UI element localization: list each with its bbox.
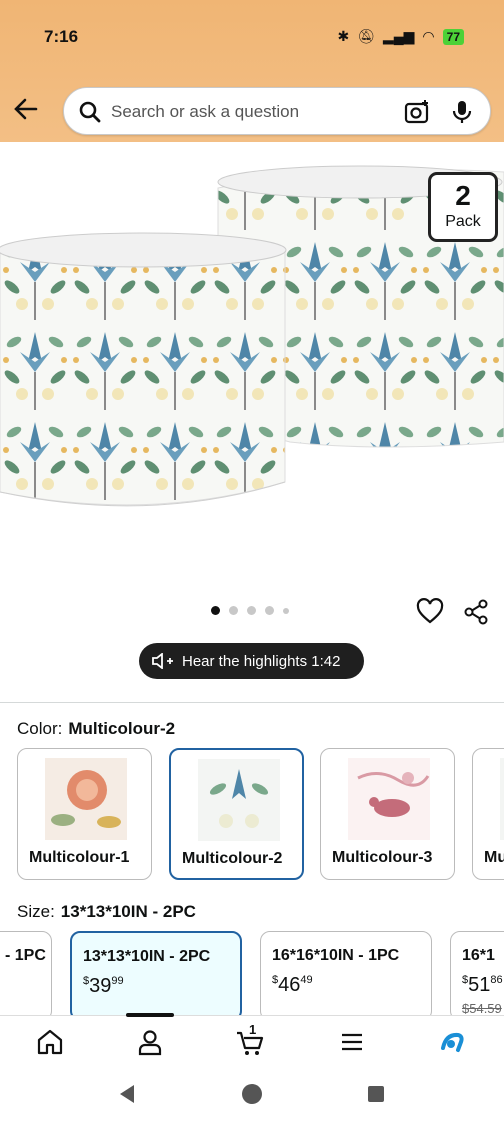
color-swatch[interactable]: Mu (472, 748, 504, 880)
size-label: Size: (17, 902, 55, 921)
size-option[interactable]: 16*16*10IN - 1PC $4649 (260, 931, 432, 1021)
size-option-name: - 1PC (5, 947, 46, 964)
wifi-icon: ◠ (422, 28, 435, 44)
carousel-dot[interactable] (247, 606, 256, 615)
back-arrow-icon[interactable] (12, 95, 40, 123)
speaker-icon (152, 653, 173, 669)
size-option[interactable]: - 1PC (0, 931, 52, 1021)
size-selected-value: 13*13*10IN - 2PC (60, 902, 196, 921)
pack-number: 2 (455, 180, 471, 211)
home-icon[interactable] (34, 1026, 66, 1058)
carousel-dot[interactable] (265, 606, 274, 615)
size-selector-label: Size: 13*13*10IN - 2PC (17, 902, 196, 922)
battery-icon: 77 (442, 28, 464, 45)
account-icon[interactable] (134, 1026, 166, 1058)
status-bar: 7:16 ✱ 🔕︎ ▂▄▆ ◠ 77 (0, 0, 504, 74)
search-icon (79, 101, 101, 123)
size-option-price: $5186 (462, 974, 503, 997)
cart-button[interactable]: 1 (234, 1022, 266, 1058)
hear-highlights-button[interactable]: Hear the highlights 1:42 (139, 643, 364, 679)
microphone-icon[interactable] (450, 99, 474, 125)
search-placeholder: Search or ask a question (111, 102, 300, 121)
hear-highlights-label: Hear the highlights 1:42 (182, 652, 341, 670)
color-swatch[interactable]: Multicolour-1 (17, 748, 152, 880)
carousel-dot[interactable] (283, 607, 289, 614)
swatch-label: Multicolour-3 (332, 849, 433, 866)
carousel-dot[interactable] (229, 606, 238, 615)
color-swatch-selected[interactable]: Multicolour-2 (169, 748, 304, 880)
swatch-label: Mu (484, 849, 504, 866)
size-option[interactable]: 16*1 $5186 $54.59 (450, 931, 504, 1021)
app-header: 7:16 ✱ 🔕︎ ▂▄▆ ◠ 77 Search or ask a quest… (0, 0, 504, 142)
system-navigation (0, 1067, 504, 1122)
image-carousel-dots (211, 606, 289, 615)
price-fraction: 86 (490, 974, 503, 986)
bottom-navigation: 1 (0, 1015, 504, 1067)
swatch-label: Multicolour-1 (29, 849, 130, 866)
price-fraction: 49 (300, 974, 313, 986)
price-whole: 46 (278, 974, 301, 996)
size-option-name: 13*13*10IN - 2PC (83, 948, 211, 965)
swatch-thumbnail (348, 758, 430, 840)
rufus-icon[interactable] (436, 1026, 468, 1058)
share-icon[interactable] (462, 598, 490, 626)
was-price: $54.59 (462, 1001, 502, 1016)
swatch-thumbnail (198, 759, 280, 841)
color-label: Color: (17, 719, 63, 738)
color-selected-value: Multicolour-2 (68, 719, 176, 738)
system-home-icon[interactable] (241, 1083, 263, 1105)
search-bar[interactable]: Search or ask a question (63, 87, 491, 135)
mute-icon: 🔕︎ (357, 28, 375, 44)
color-swatches: Multicolour-1 Multicolour-2 Multicolour-… (17, 748, 504, 882)
swatch-thumbnail (500, 758, 504, 840)
size-options: - 1PC 13*13*10IN - 2PC $3999 16*16*10IN … (0, 931, 504, 1021)
pack-label: Pack (445, 213, 481, 230)
carousel-dot[interactable] (211, 606, 220, 615)
price-fraction: 99 (111, 975, 124, 987)
bluetooth-icon: ✱ (337, 28, 350, 44)
size-option-name: 16*16*10IN - 1PC (272, 947, 400, 964)
cart-count: 1 (249, 1022, 257, 1037)
status-icons: ✱ 🔕︎ ▂▄▆ ◠ 77 (337, 28, 464, 45)
pack-badge: 2 Pack (428, 172, 498, 242)
size-option-selected[interactable]: 13*13*10IN - 2PC $3999 (70, 931, 242, 1021)
size-option-price: $4649 (272, 974, 313, 997)
heart-icon[interactable] (416, 598, 444, 626)
divider (0, 702, 504, 703)
swatch-label: Multicolour-2 (182, 850, 283, 867)
color-selector-label: Color: Multicolour-2 (17, 719, 175, 739)
status-time: 7:16 (44, 27, 79, 46)
active-tab-indicator (126, 1013, 174, 1017)
signal-icon: ▂▄▆ (382, 28, 415, 44)
size-option-name: 16*1 (462, 947, 495, 964)
price-whole: 39 (89, 975, 112, 997)
price-whole: 51 (468, 974, 491, 996)
menu-icon[interactable] (336, 1026, 368, 1058)
size-option-price: $3999 (83, 975, 124, 998)
color-swatch[interactable]: Multicolour-3 (320, 748, 455, 880)
system-back-icon[interactable] (116, 1083, 138, 1105)
camera-icon[interactable] (404, 99, 430, 125)
product-page: 7:16 ✱ 🔕︎ ▂▄▆ ◠ 77 Search or ask a quest… (0, 0, 504, 1122)
swatch-thumbnail (45, 758, 127, 840)
system-recents-icon[interactable] (366, 1084, 386, 1104)
